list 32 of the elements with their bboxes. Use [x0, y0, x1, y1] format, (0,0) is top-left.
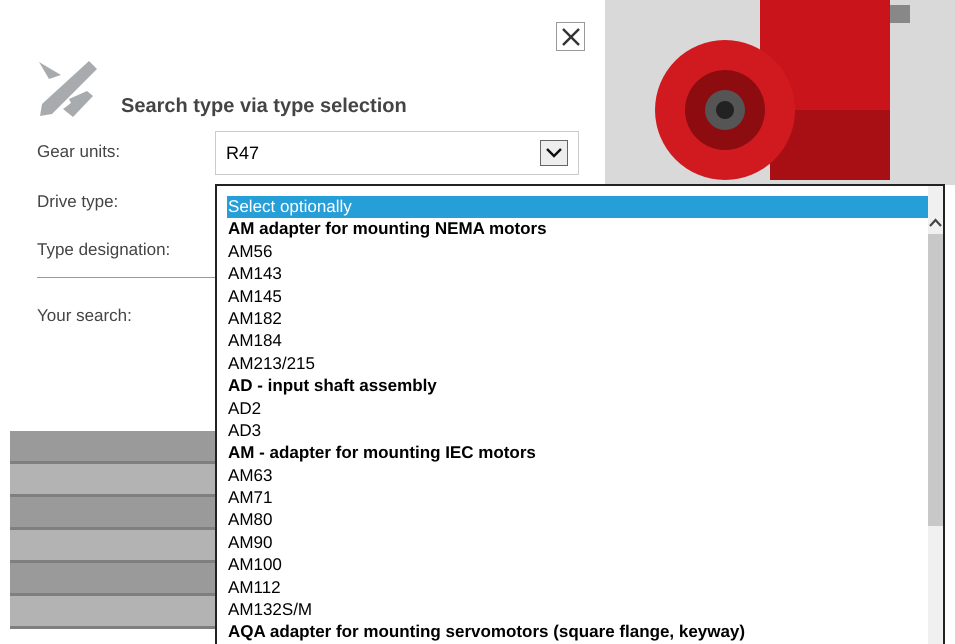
dropdown-option[interactable]: AM132S/M: [227, 599, 928, 622]
caret-icon: [540, 140, 568, 166]
dropdown-option[interactable]: AM - adapter for mounting IEC motors: [227, 442, 928, 465]
dropdown-option[interactable]: AQA adapter for mounting servomotors (square flange, keyway): [227, 621, 928, 644]
dropdown-option[interactable]: AM100: [227, 554, 928, 577]
dropdown-option[interactable]: AM71: [227, 487, 928, 510]
dropdown-option[interactable]: AM143: [227, 263, 928, 286]
field-label: Gear units:: [37, 141, 122, 163]
dropdown-option[interactable]: AM182: [227, 308, 928, 330]
field-label: Drive type:: [37, 191, 120, 213]
dropdown-option[interactable]: AM80: [227, 509, 928, 532]
dropdown-option[interactable]: AM63: [227, 464, 928, 488]
scrollbar[interactable]: [928, 186, 943, 644]
dropdown-option[interactable]: AD2: [227, 398, 928, 420]
scrollbar-thumb[interactable]: [928, 234, 943, 526]
dialog-title: Search type via type selection: [121, 94, 407, 119]
dropdown-option[interactable]: AM90: [227, 532, 928, 554]
dropdown-option[interactable]: AD3: [227, 420, 928, 442]
dropdown-option[interactable]: AM184: [227, 330, 928, 353]
dropdown-option[interactable]: AM145: [227, 286, 928, 308]
dropdown-option[interactable]: AM adapter for mounting NEMA motors: [227, 218, 928, 241]
close-icon: [560, 26, 580, 46]
pencil-ruler-icon: [37, 61, 99, 117]
close-button[interactable]: [556, 22, 585, 51]
dropdown-option[interactable]: AD - input shaft assembly: [227, 375, 928, 398]
dropdown-option[interactable]: AM112: [227, 576, 928, 600]
field-label: Type designation:: [37, 239, 172, 261]
gear-units-select[interactable]: R47: [215, 131, 579, 175]
dropdown-option[interactable]: AM56: [227, 240, 928, 264]
your-search-label: Your search:: [37, 305, 132, 327]
dropdown-option[interactable]: AM213/215: [227, 352, 928, 376]
scroll-up-icon: [928, 216, 943, 228]
